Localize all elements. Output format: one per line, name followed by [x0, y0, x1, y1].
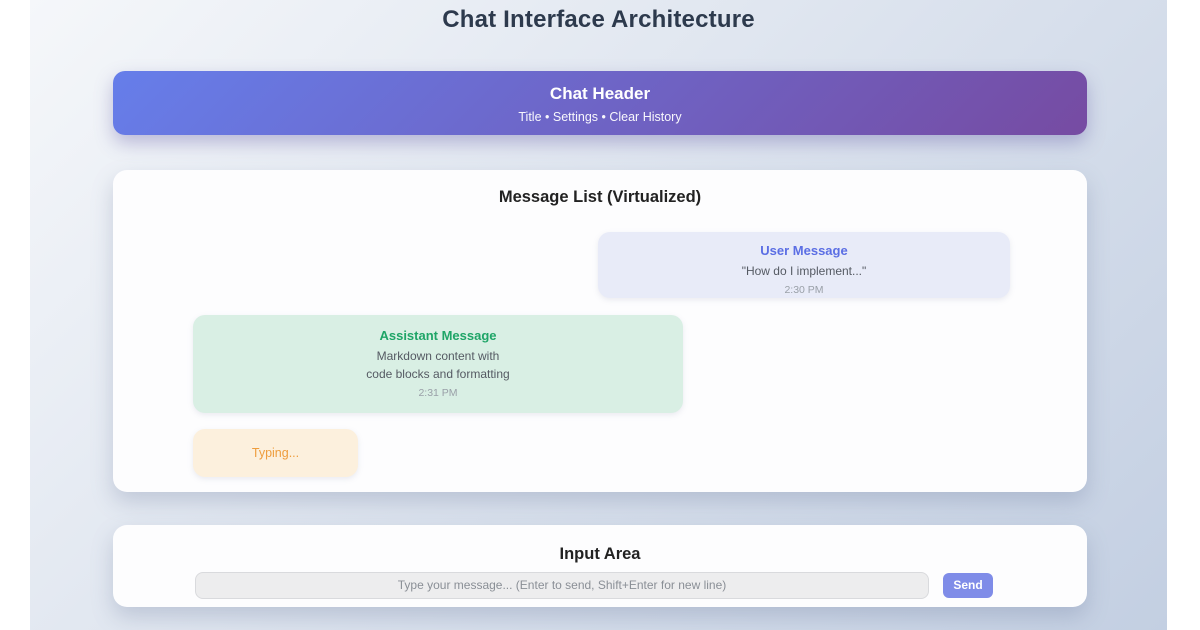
message-list-card: Message List (Virtualized) User Message … [113, 170, 1087, 492]
typing-indicator-bubble: Typing... [193, 429, 358, 477]
user-message-title: User Message [598, 243, 1010, 258]
page-title: Chat Interface Architecture [30, 6, 1167, 34]
user-message-timestamp: 2:30 PM [598, 284, 1010, 296]
assistant-message-text-line2: code blocks and formatting [193, 367, 683, 381]
page-background: Chat Interface Architecture Chat Header … [30, 0, 1167, 630]
input-area-heading: Input Area [113, 545, 1087, 564]
send-button[interactable]: Send [943, 573, 993, 598]
user-message-bubble: User Message "How do I implement..." 2:3… [598, 232, 1010, 298]
assistant-message-timestamp: 2:31 PM [193, 387, 683, 399]
message-list-heading: Message List (Virtualized) [113, 188, 1087, 207]
assistant-message-title: Assistant Message [193, 328, 683, 343]
input-row: Send [195, 571, 1007, 599]
chat-header-title: Chat Header [113, 84, 1087, 104]
chat-header-bar: Chat Header Title • Settings • Clear His… [113, 71, 1087, 135]
message-input[interactable] [195, 572, 929, 599]
assistant-message-text-line1: Markdown content with [193, 349, 683, 363]
typing-indicator-label: Typing... [252, 446, 299, 460]
assistant-message-bubble: Assistant Message Markdown content with … [193, 315, 683, 413]
user-message-text: "How do I implement..." [598, 264, 1010, 278]
input-area-card: Input Area Send [113, 525, 1087, 607]
chat-header-subtitle: Title • Settings • Clear History [113, 110, 1087, 124]
